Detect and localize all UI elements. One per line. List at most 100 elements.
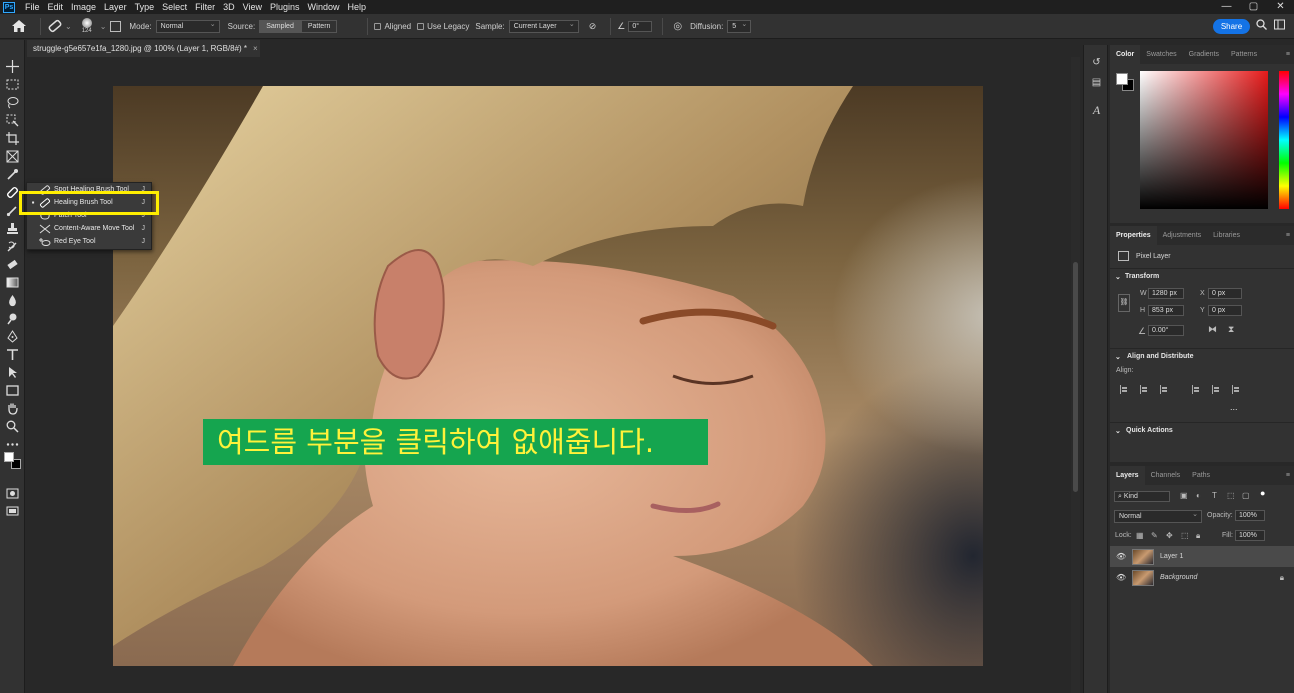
vertical-scrollbar[interactable] xyxy=(1071,57,1080,693)
history-panel-icon[interactable]: ↺ xyxy=(1090,57,1103,70)
align-section-chevron-icon[interactable]: ⌄ xyxy=(1115,353,1121,361)
tab-adjustments[interactable]: Adjustments xyxy=(1157,226,1208,245)
menu-select[interactable]: Select xyxy=(158,0,191,14)
more-options-icon[interactable]: ... xyxy=(1230,402,1238,412)
menu-3d[interactable]: 3D xyxy=(219,0,239,14)
eraser-tool-icon[interactable] xyxy=(6,258,19,271)
lock-transparent-icon[interactable]: ▦ xyxy=(1136,531,1144,540)
pressure-size-icon[interactable]: ◎ xyxy=(673,21,682,32)
menu-help[interactable]: Help xyxy=(344,0,371,14)
hue-slider[interactable] xyxy=(1279,71,1289,209)
sample-select[interactable]: Current Layer xyxy=(508,19,579,33)
zoom-tool-icon[interactable] xyxy=(6,420,19,433)
panel-menu-icon[interactable]: ≡ xyxy=(1286,45,1290,64)
x-input[interactable]: 0 px xyxy=(1208,288,1242,299)
document-tab[interactable]: struggle-g5e657e1fa_1280.jpg @ 100% (Lay… xyxy=(27,40,260,57)
opacity-input[interactable]: 100% xyxy=(1235,510,1265,521)
source-pattern-button[interactable]: Pattern xyxy=(300,19,338,33)
healing-brush-tool-icon[interactable] xyxy=(47,19,63,33)
menu-type[interactable]: Type xyxy=(131,0,159,14)
character-panel-icon[interactable]: A xyxy=(1090,103,1103,117)
type-tool-icon[interactable] xyxy=(6,348,19,361)
share-button[interactable]: Share xyxy=(1213,19,1250,34)
angle-input[interactable]: 0° xyxy=(628,20,653,32)
close-tab-icon[interactable]: × xyxy=(253,44,258,53)
brush-chevron-icon[interactable]: ⌄ xyxy=(100,22,107,31)
lock-image-icon[interactable]: ✎ xyxy=(1151,531,1158,540)
lock-artboard-icon[interactable]: ⬚ xyxy=(1181,531,1189,540)
height-input[interactable]: 853 px xyxy=(1148,305,1184,316)
panel-menu-icon[interactable]: ≡ xyxy=(1286,226,1290,245)
ignore-adjustment-layers-icon[interactable]: ⊘ xyxy=(589,21,597,32)
menu-edit[interactable]: Edit xyxy=(44,0,68,14)
layer-row[interactable]: 👁︎ Background 🔒︎ xyxy=(1110,567,1294,588)
search-icon[interactable] xyxy=(1254,19,1268,33)
quick-actions-title[interactable]: Quick Actions xyxy=(1126,427,1173,434)
comments-panel-icon[interactable]: ▤ xyxy=(1090,77,1103,90)
menu-window[interactable]: Window xyxy=(304,0,344,14)
minimize-icon[interactable]: — xyxy=(1213,0,1240,14)
brush-size-picker[interactable]: 124 xyxy=(78,18,96,34)
layer-name[interactable]: Background xyxy=(1160,574,1197,581)
y-input[interactable]: 0 px xyxy=(1208,305,1242,316)
eyedropper-tool-icon[interactable] xyxy=(6,168,19,181)
align-bottom-edges-icon[interactable] xyxy=(1232,385,1240,394)
menu-file[interactable]: File xyxy=(21,0,44,14)
scrollbar-thumb[interactable] xyxy=(1073,262,1078,492)
layer-lock-icon[interactable]: 🔒︎ xyxy=(1280,573,1284,583)
flyout-item-content-aware-move[interactable]: Content-Aware Move Tool J xyxy=(27,222,151,235)
tab-layers[interactable]: Layers xyxy=(1110,466,1145,485)
align-vertical-centers-icon[interactable] xyxy=(1212,385,1220,394)
angle-input[interactable]: 0.00° xyxy=(1148,325,1184,336)
fill-input[interactable]: 100% xyxy=(1235,530,1265,541)
width-input[interactable]: 1280 px xyxy=(1148,288,1184,299)
source-sampled-button[interactable]: Sampled xyxy=(259,19,301,33)
visibility-eye-icon[interactable]: 👁︎ xyxy=(1116,552,1126,561)
menu-image[interactable]: Image xyxy=(67,0,100,14)
tab-patterns[interactable]: Patterns xyxy=(1225,45,1263,64)
flip-vertical-icon[interactable]: ⧗ xyxy=(1228,324,1234,335)
transform-section-chevron-icon[interactable]: ⌄ xyxy=(1115,273,1121,281)
use-legacy-checkbox[interactable] xyxy=(417,22,425,30)
flyout-item-red-eye[interactable]: Red Eye Tool J xyxy=(27,235,151,248)
align-right-edges-icon[interactable] xyxy=(1160,385,1168,394)
filter-shape-icon[interactable]: ⬚ xyxy=(1227,491,1235,500)
history-brush-tool-icon[interactable] xyxy=(6,240,19,253)
screen-mode-icon[interactable] xyxy=(6,505,19,518)
healing-brush-tool-icon[interactable] xyxy=(6,186,19,199)
foreground-color-swatch[interactable] xyxy=(4,452,14,462)
tab-color[interactable]: Color xyxy=(1110,45,1141,64)
quick-mask-icon[interactable] xyxy=(6,487,19,500)
layer-kind-filter[interactable]: ⌕ Kind xyxy=(1114,491,1170,502)
foreground-color-swatch[interactable] xyxy=(1116,73,1128,85)
panel-menu-icon[interactable]: ≡ xyxy=(1286,466,1290,485)
align-title[interactable]: Align and Distribute xyxy=(1127,353,1194,360)
mode-select[interactable]: Normal xyxy=(155,19,220,33)
lasso-tool-icon[interactable] xyxy=(6,96,19,109)
close-window-icon[interactable]: ✕ xyxy=(1267,0,1294,14)
tab-channels[interactable]: Channels xyxy=(1145,466,1187,485)
dodge-tool-icon[interactable] xyxy=(6,312,19,325)
maximize-icon[interactable]: ▢ xyxy=(1240,0,1267,14)
filter-toggle-icon[interactable]: ● xyxy=(1260,488,1265,498)
brush-settings-icon[interactable] xyxy=(110,20,122,32)
crop-tool-icon[interactable] xyxy=(6,132,19,145)
align-top-edges-icon[interactable] xyxy=(1192,385,1200,394)
flip-horizontal-icon[interactable]: ⧓ xyxy=(1208,324,1217,335)
pen-tool-icon[interactable] xyxy=(6,330,19,343)
blur-tool-icon[interactable] xyxy=(6,294,19,307)
transform-title[interactable]: Transform xyxy=(1125,273,1159,280)
menu-layer[interactable]: Layer xyxy=(100,0,131,14)
tab-libraries[interactable]: Libraries xyxy=(1207,226,1246,245)
tab-paths[interactable]: Paths xyxy=(1186,466,1216,485)
brush-tool-icon[interactable] xyxy=(6,204,19,217)
menu-filter[interactable]: Filter xyxy=(191,0,219,14)
clone-stamp-tool-icon[interactable] xyxy=(6,222,19,235)
lock-position-icon[interactable]: ✥ xyxy=(1166,531,1173,540)
blend-mode-select[interactable]: Normal xyxy=(1114,509,1202,523)
layer-name[interactable]: Layer 1 xyxy=(1160,553,1183,560)
layer-row[interactable]: 👁︎ Layer 1 xyxy=(1110,546,1294,567)
diffusion-select[interactable]: 5 xyxy=(727,19,752,33)
align-horizontal-centers-icon[interactable] xyxy=(1140,385,1148,394)
lock-all-icon[interactable]: 🔒︎ xyxy=(1196,531,1200,541)
